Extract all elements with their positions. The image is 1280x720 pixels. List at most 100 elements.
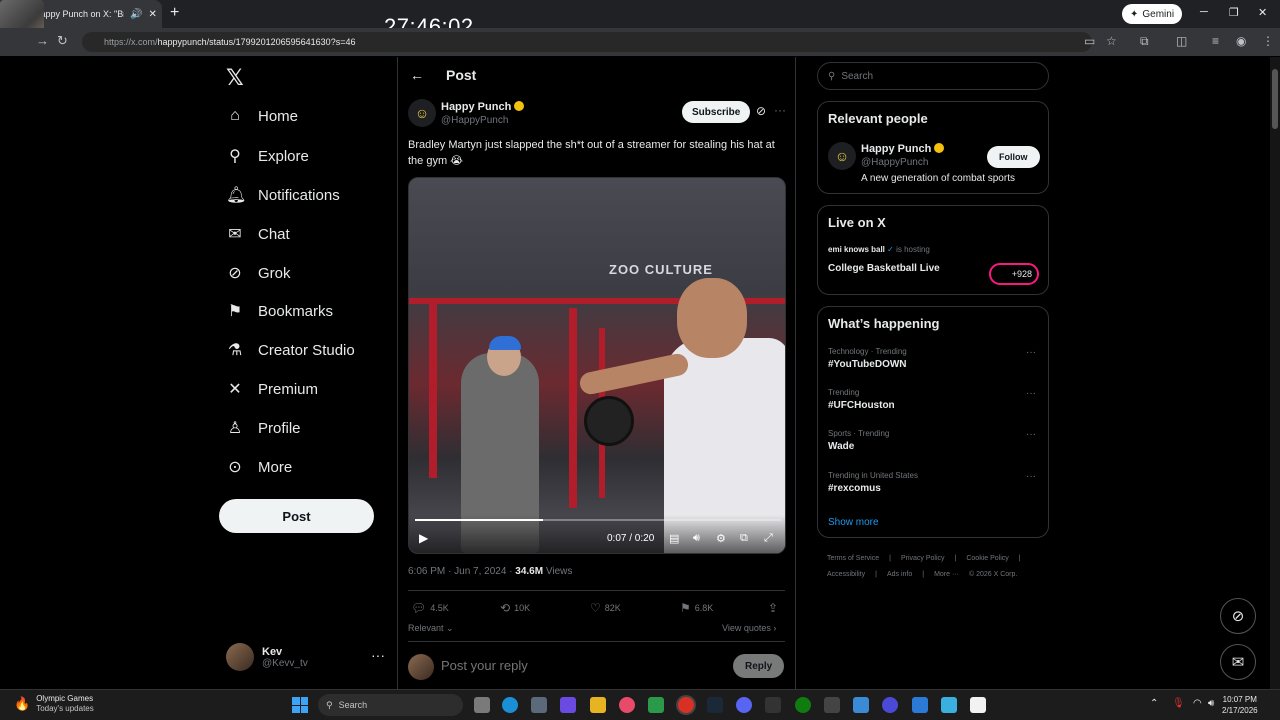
address-bar[interactable]: https://x.com/happypunch/status/17992012… xyxy=(82,32,1092,52)
trend-more-icon[interactable]: ··· xyxy=(1026,471,1036,482)
show-more-link[interactable]: Show more xyxy=(828,517,879,528)
author-name[interactable]: Happy Punch xyxy=(441,101,525,113)
footer-link[interactable]: Terms of Service xyxy=(827,555,879,562)
search-input[interactable]: ⚲ Search xyxy=(817,62,1049,90)
post-timestamp[interactable]: 6:06 PM · Jun 7, 2024 · xyxy=(408,566,515,577)
gemini-button[interactable]: ✦ Gemini xyxy=(1122,4,1183,24)
subscribe-button[interactable]: Subscribe xyxy=(682,101,751,123)
video-progress-bar[interactable] xyxy=(415,519,781,521)
x-logo-icon[interactable]: 𝕏 xyxy=(226,65,244,91)
sort-relevant-dropdown[interactable]: Relevant ⌄ xyxy=(408,623,454,634)
app-icon[interactable] xyxy=(912,697,928,713)
nav-item-chat[interactable]: ✉ Chat xyxy=(226,224,289,244)
xbox-icon[interactable] xyxy=(795,697,811,713)
author-handle[interactable]: @HappyPunch xyxy=(441,115,508,126)
copilot-icon[interactable] xyxy=(560,697,576,713)
microphone-icon[interactable]: 🎙︎ xyxy=(1172,698,1185,709)
grok-fab-icon[interactable]: ⊘ xyxy=(1220,598,1256,634)
close-window-button[interactable]: ✕ xyxy=(1258,6,1267,19)
app-icon[interactable] xyxy=(824,697,840,713)
share-stat[interactable]: ⇪ xyxy=(768,601,778,615)
captions-icon[interactable]: ▤ xyxy=(669,532,679,545)
windows-start-icon[interactable] xyxy=(292,697,308,713)
nav-item-profile[interactable]: ♙ Profile xyxy=(226,418,301,438)
browser-tab-active[interactable]: Happy Punch on X: "Bradley 🔊 ✕ xyxy=(0,0,162,44)
close-tab-icon[interactable]: ✕ xyxy=(148,9,156,20)
page-scrollbar[interactable] xyxy=(1270,57,1280,689)
nav-item-bookmarks[interactable]: ⚑ Bookmarks xyxy=(226,301,333,321)
person-avatar[interactable]: ☺ xyxy=(828,142,856,170)
nav-item-home[interactable]: ⌂ Home xyxy=(226,107,298,125)
bookmark-stat[interactable]: ⚑ 6.8K xyxy=(680,601,713,615)
reply-input[interactable] xyxy=(441,658,721,673)
chrome-icon[interactable] xyxy=(678,697,694,713)
live-on-x-card[interactable]: Live on X emi knows ball ✓ is hosting Co… xyxy=(817,205,1049,295)
person-name[interactable]: Happy Punch xyxy=(861,143,945,155)
trend-item[interactable]: Sports · Trending Wade xyxy=(828,429,889,452)
footer-link[interactable]: Ads info xyxy=(887,571,912,578)
account-switcher[interactable]: Kev @Kevv_tv xyxy=(226,643,308,671)
taskbar-clock[interactable]: 10:07 PM 2/17/2026 xyxy=(1222,694,1258,716)
footer-link[interactable]: Privacy Policy xyxy=(901,555,945,562)
app-icon[interactable] xyxy=(765,697,781,713)
trend-more-icon[interactable]: ··· xyxy=(1026,347,1036,358)
extensions-icon[interactable]: ⧉ xyxy=(1140,34,1149,49)
photos-icon[interactable] xyxy=(853,697,869,713)
messages-fab-icon[interactable]: ✉ xyxy=(1220,644,1256,680)
play-icon[interactable]: ▶ xyxy=(419,531,428,545)
sidepanel-icon[interactable]: ◫ xyxy=(1176,34,1187,48)
edge-icon[interactable] xyxy=(502,697,518,713)
speaker-icon[interactable]: 🔊 xyxy=(130,9,142,20)
back-arrow-icon[interactable]: ← xyxy=(410,67,424,83)
cast-icon[interactable]: ▭ xyxy=(1084,34,1095,48)
nav-item-explore[interactable]: ⚲ Explore xyxy=(226,146,309,166)
author-avatar[interactable]: ☺ xyxy=(408,99,436,127)
speaker-icon[interactable]: 🔊︎ xyxy=(1208,698,1214,709)
trend-item[interactable]: Technology · Trending #YouTubeDOWN xyxy=(828,347,907,370)
nav-item-premium[interactable]: ✕ Premium xyxy=(226,379,318,399)
chevron-up-icon[interactable]: ⌃ xyxy=(1150,698,1158,709)
steam-icon[interactable] xyxy=(707,697,723,713)
follow-button[interactable]: Follow xyxy=(987,146,1040,168)
nav-item-grok[interactable]: ⊘ Grok xyxy=(226,263,290,283)
trend-more-icon[interactable]: ··· xyxy=(1026,429,1036,440)
news-widget[interactable]: 🔥 Olympic Games Today's updates xyxy=(14,694,94,714)
settings-app-icon[interactable] xyxy=(531,697,547,713)
footer-link[interactable]: Accessibility xyxy=(827,571,865,578)
volume-icon[interactable]: 🔊︎ xyxy=(693,532,700,545)
reply-button[interactable]: Reply xyxy=(733,654,785,678)
forward-icon[interactable]: → xyxy=(36,33,49,48)
app-icon[interactable] xyxy=(882,697,898,713)
fullscreen-icon[interactable]: ⤢ xyxy=(764,532,773,545)
minimize-button[interactable]: ─ xyxy=(1200,6,1208,18)
new-tab-button[interactable]: + xyxy=(170,4,179,22)
post-button[interactable]: Post xyxy=(219,499,374,533)
trend-item[interactable]: Trending #UFCHouston xyxy=(828,388,895,411)
footer-link[interactable]: Cookie Policy xyxy=(966,555,1008,562)
discord-icon[interactable] xyxy=(736,697,752,713)
post-more-icon[interactable]: ··· xyxy=(774,103,786,117)
settings-gear-icon[interactable]: ⚙ xyxy=(716,532,726,545)
trend-more-icon[interactable]: ··· xyxy=(1026,388,1036,399)
taskbar-search[interactable]: ⚲ Search xyxy=(318,694,463,716)
music-app-icon[interactable] xyxy=(619,697,635,713)
like-stat[interactable]: ♡ 82K xyxy=(590,601,621,615)
pip-icon[interactable]: ⧉ xyxy=(740,532,748,545)
grok-explain-icon[interactable]: ⊘ xyxy=(756,104,766,118)
app-icon[interactable] xyxy=(941,697,957,713)
reply-stat[interactable]: 💬︎ 4.5K xyxy=(411,601,449,615)
profile-icon[interactable]: ◉ xyxy=(1236,34,1246,48)
account-more-icon[interactable]: ··· xyxy=(371,647,385,663)
view-quotes-link[interactable]: View quotes › xyxy=(722,623,776,633)
maximize-button[interactable]: ❐ xyxy=(1229,6,1239,19)
menu-icon[interactable]: ⋮ xyxy=(1262,34,1274,48)
video-player[interactable]: ZOO CULTURE ▶ 0:07 / 0:20 ▤ 🔊︎ ⚙ ⧉ ⤢ xyxy=(408,177,786,554)
trend-item[interactable]: Trending in United States #rexcomus xyxy=(828,471,918,494)
file-explorer-icon[interactable] xyxy=(590,697,606,713)
wifi-icon[interactable]: ◠ xyxy=(1193,698,1202,709)
repost-stat[interactable]: ⟲ 10K xyxy=(500,601,530,615)
reload-icon[interactable]: ↻ xyxy=(57,33,68,49)
star-icon[interactable]: ☆ xyxy=(1106,34,1117,48)
nav-item-creator-studio[interactable]: ⚗ Creator Studio xyxy=(226,340,355,360)
media-icon[interactable]: ≡ xyxy=(1212,34,1219,48)
